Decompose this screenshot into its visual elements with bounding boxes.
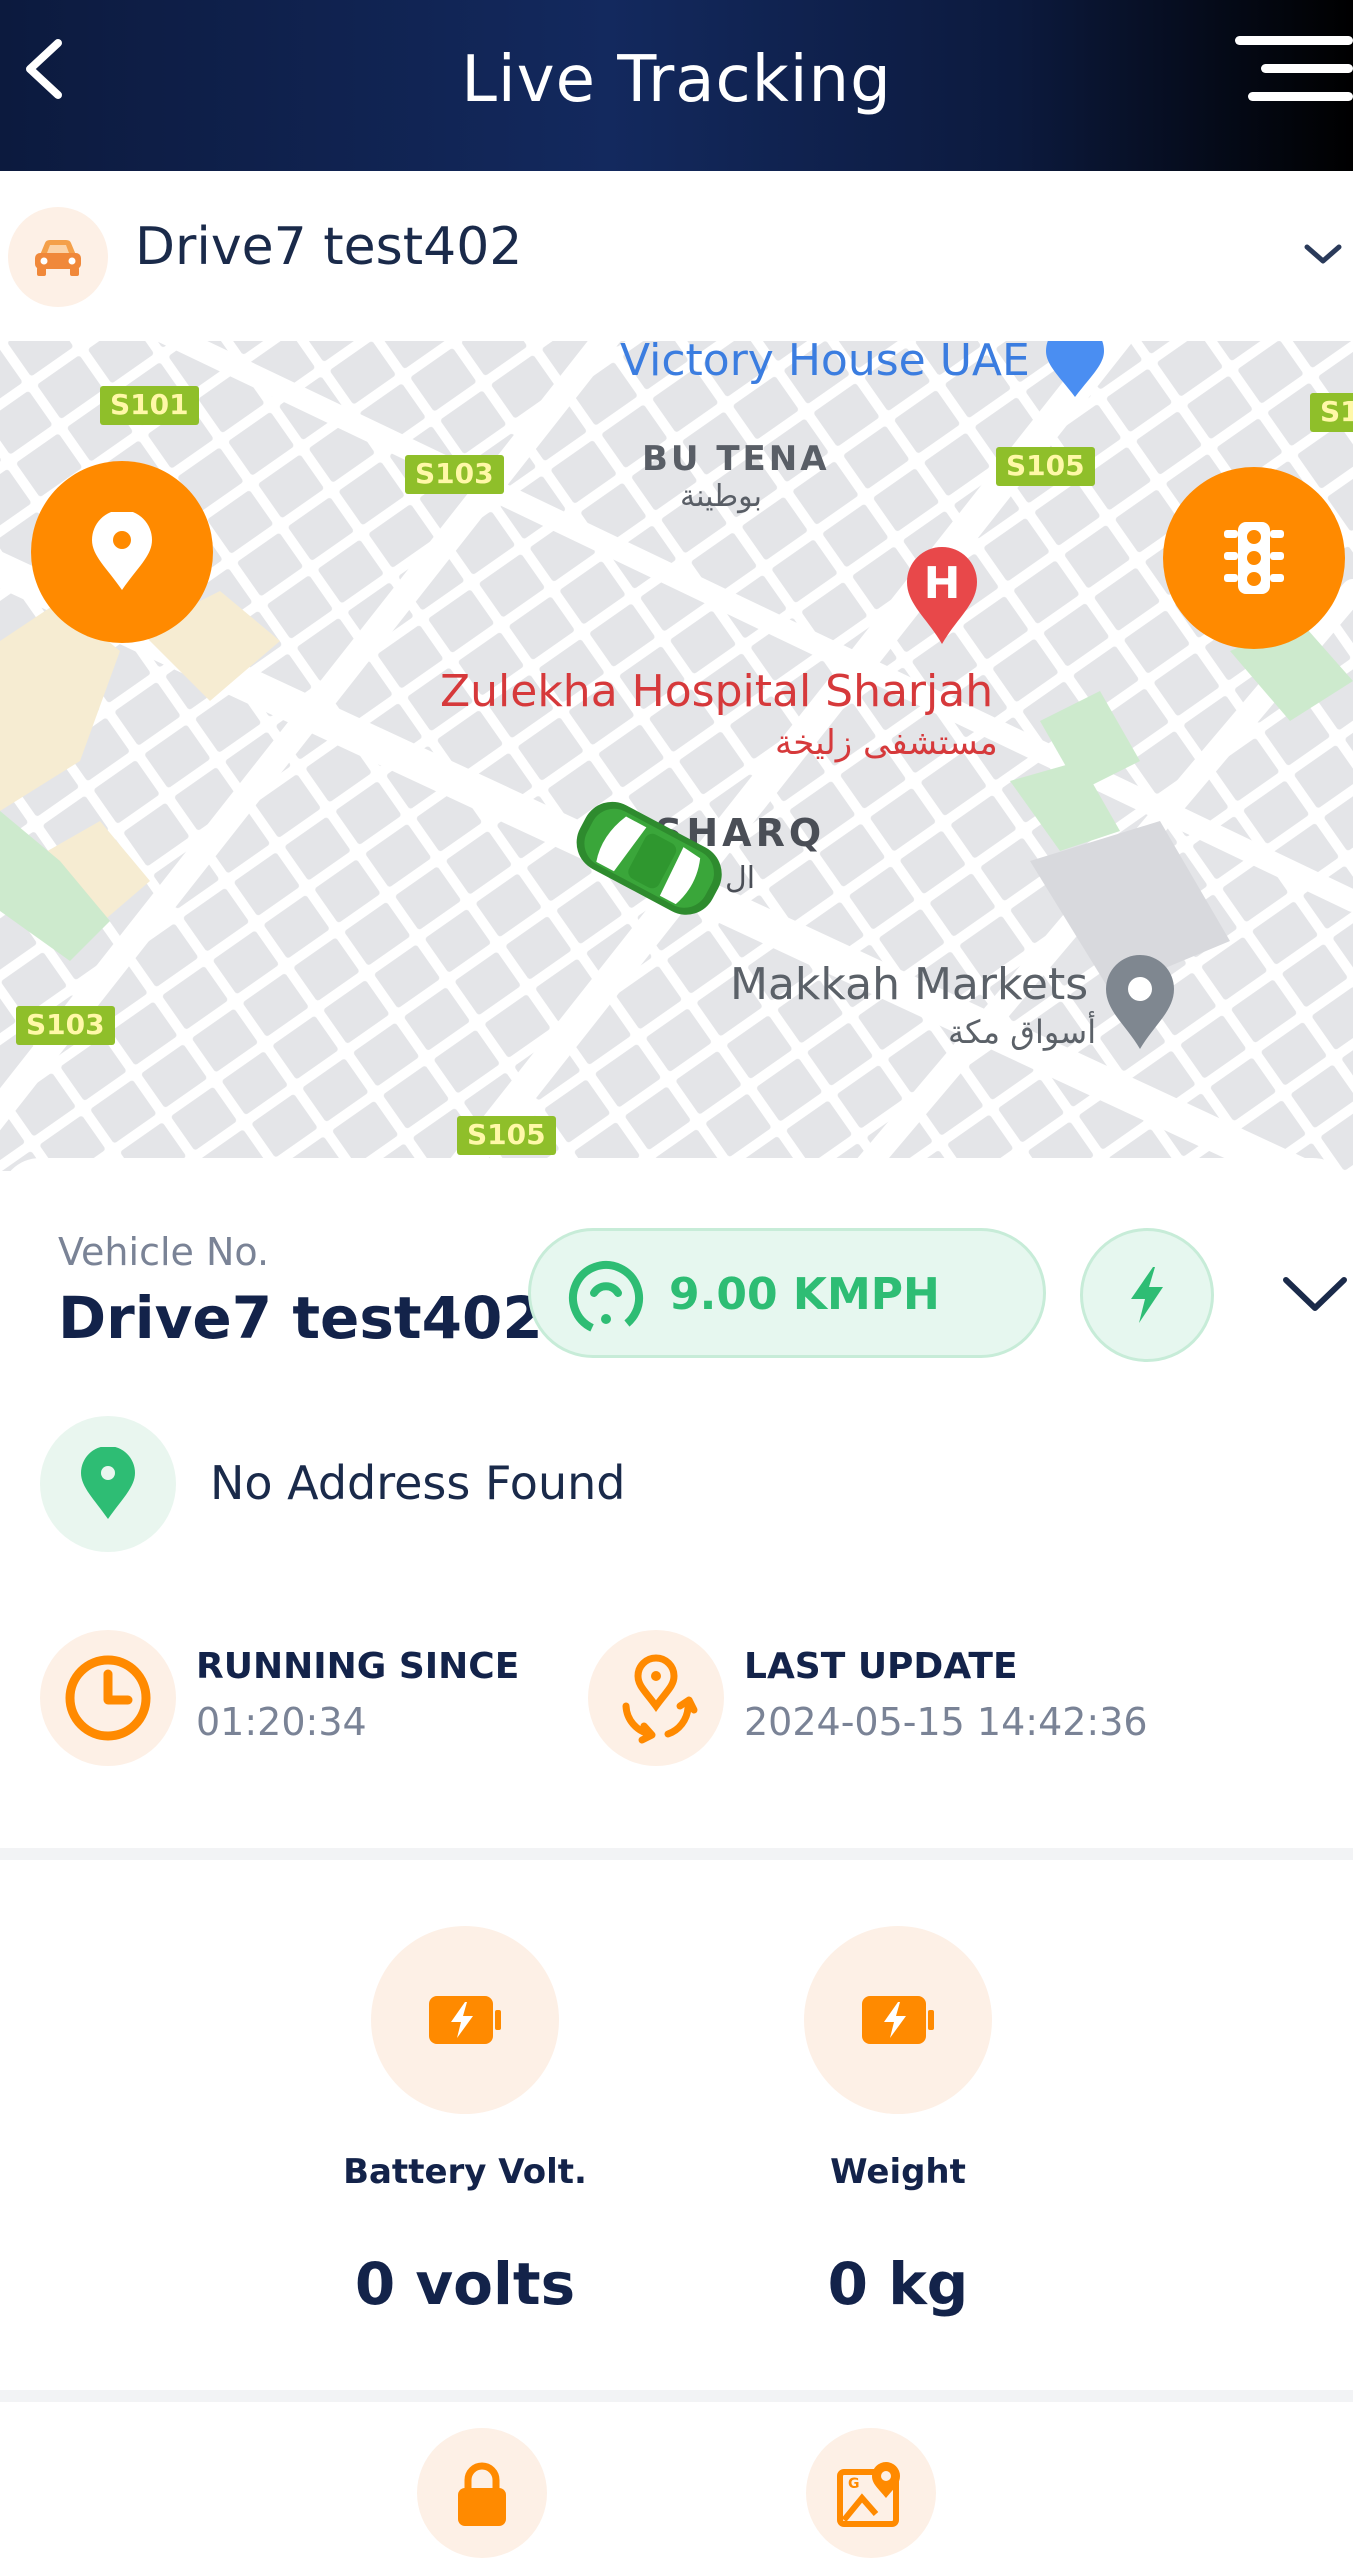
battery-charging-icon (862, 1996, 934, 2044)
svg-text:G: G (848, 2476, 860, 2492)
clock-icon (65, 1655, 151, 1741)
speed-value: 9.00 KMPH (669, 1269, 940, 1320)
road-label: S1 (1310, 393, 1353, 432)
battery-value: 0 volts (354, 2250, 576, 2318)
page-title: Live Tracking (461, 42, 892, 117)
running-since-icon-badge (40, 1630, 176, 1766)
road-label: S103 (16, 1006, 115, 1045)
section-divider (0, 1848, 1353, 1860)
vehicle-number: Drive7 test402 (58, 1284, 543, 1352)
address-icon-badge (40, 1416, 176, 1552)
battery-label: Battery Volt. (343, 2152, 587, 2192)
last-update-value: 2024-05-15 14:42:36 (744, 1700, 1148, 1744)
map-view[interactable]: S101 S103 S105 S1 S103 S105 Victory Hous… (0, 341, 1353, 1171)
running-since-value: 01:20:34 (196, 1700, 367, 1744)
lightning-bolt-icon (1131, 1267, 1163, 1323)
ignition-status-button[interactable] (1080, 1228, 1214, 1362)
place-label: أسواق مكة (948, 1013, 1097, 1051)
weight-icon-badge (804, 1926, 992, 2114)
location-fab-button[interactable] (31, 461, 213, 643)
road-label: S103 (405, 455, 504, 494)
location-refresh-icon (622, 1654, 698, 1744)
selected-vehicle-name: Drive7 test402 (135, 217, 523, 277)
speed-badge: 9.00 KMPH (528, 1228, 1046, 1358)
vehicle-selector[interactable]: Drive7 test402 (0, 171, 1353, 341)
hospital-marker-letter: H (923, 558, 961, 609)
place-label: مستشفى زليخة (775, 723, 998, 763)
battery-charging-icon (429, 1996, 501, 2044)
car-icon (35, 240, 81, 276)
vehicle-car-marker-icon[interactable] (555, 781, 740, 931)
vehicle-details-sheet: Vehicle No. Drive7 test402 9.00 KMPH No … (0, 1158, 1353, 1860)
place-label: Zulekha Hospital Sharjah (440, 666, 994, 717)
weight-label: Weight (830, 2152, 966, 2192)
map-view-button[interactable]: G (806, 2428, 936, 2558)
last-update-icon-badge (588, 1630, 724, 1766)
place-label: Victory House UAE (620, 341, 1030, 386)
address-text: No Address Found (210, 1456, 626, 1510)
chevron-down-icon[interactable] (1280, 1270, 1350, 1320)
road-label: S105 (457, 1116, 556, 1155)
traffic-fab-button[interactable] (1163, 467, 1345, 649)
chevron-down-icon[interactable] (1301, 233, 1345, 277)
place-label: BU TENA (642, 439, 830, 479)
app-header: Live Tracking (0, 0, 1353, 171)
road-label: S101 (100, 386, 199, 425)
sensors-section: Battery Volt. 0 volts Weight 0 kg (0, 1860, 1353, 2390)
section-divider (0, 2390, 1353, 2402)
running-since-label: RUNNING SINCE (196, 1646, 520, 1687)
place-label: بوطينة (680, 479, 762, 514)
battery-icon-badge (371, 1926, 559, 2114)
location-pin-icon (81, 1447, 135, 1519)
lock-icon (458, 2462, 506, 2526)
traffic-light-icon (1224, 522, 1284, 594)
weight-value: 0 kg (827, 2250, 969, 2318)
vehicle-number-caption: Vehicle No. (58, 1230, 270, 1274)
map-location-icon: G (837, 2462, 900, 2527)
map-pin-icon (1046, 341, 1104, 397)
car-avatar (8, 207, 108, 307)
lock-button[interactable] (417, 2428, 547, 2558)
menu-button[interactable] (1228, 28, 1353, 108)
hospital-marker[interactable]: H (903, 546, 981, 646)
road-label: S105 (996, 447, 1095, 486)
chevron-left-icon (26, 39, 62, 99)
map-pin-icon (1106, 955, 1174, 1049)
last-update-label: LAST UPDATE (744, 1646, 1018, 1687)
place-label: Makkah Markets (730, 959, 1089, 1010)
speedometer-icon (569, 1261, 643, 1335)
location-pin-icon (92, 512, 152, 590)
back-button[interactable] (14, 34, 74, 104)
